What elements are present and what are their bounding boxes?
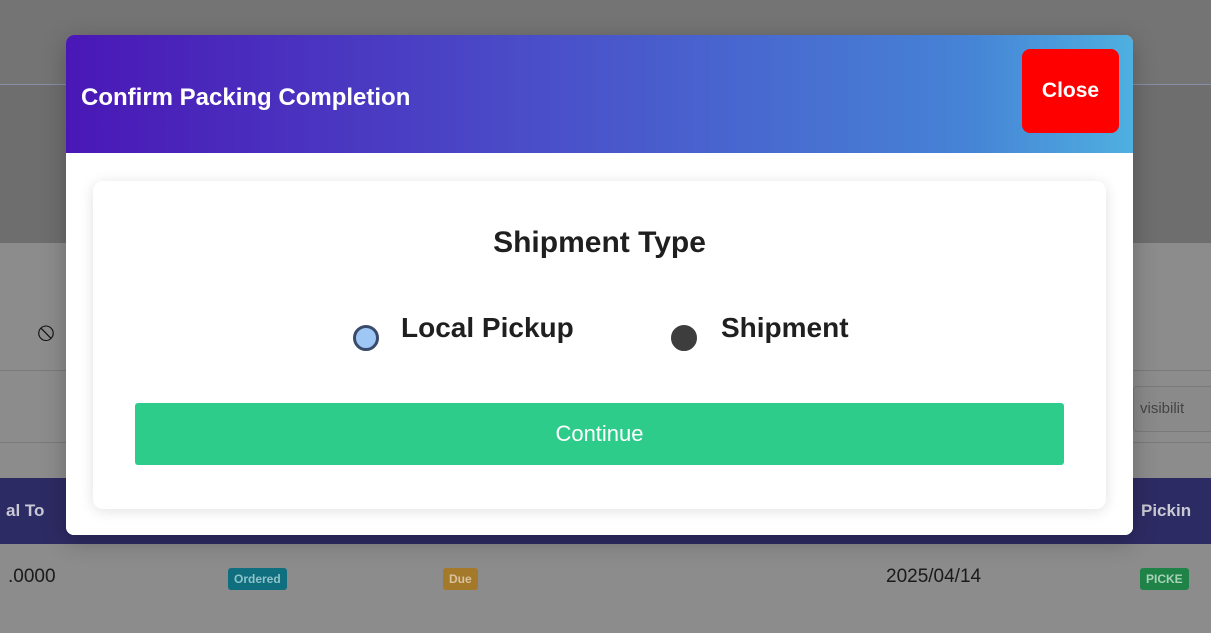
table-header-picking: Pickin (1141, 501, 1192, 520)
table-cell-date: 2025/04/14 (886, 566, 982, 587)
local-pickup-radio[interactable] (353, 325, 379, 351)
column-visibility-input[interactable]: visibilit (1133, 386, 1211, 432)
page: ⦸ visibilit al To Pickin .0000 Ordered D… (0, 0, 1211, 633)
table-cell-total: .0000 (8, 566, 56, 587)
ban-icon[interactable]: ⦸ (33, 318, 59, 344)
local-pickup-label[interactable]: Local Pickup (401, 311, 574, 345)
modal-body: Shipment Type Local Pickup Shipment Cont… (66, 153, 1133, 535)
modal-header: Confirm Packing Completion Close (66, 35, 1133, 153)
table-header-total: al To (6, 501, 45, 520)
shipment-type-title: Shipment Type (493, 226, 706, 259)
continue-button[interactable]: Continue (135, 403, 1064, 465)
payment-badge: Due (443, 568, 478, 590)
shipment-label[interactable]: Shipment (721, 311, 849, 345)
picking-badge: PICKE (1140, 568, 1189, 590)
shipment-type-radio-group: Local Pickup Shipment (353, 309, 853, 359)
shipment-type-card: Shipment Type Local Pickup Shipment Cont… (93, 181, 1106, 509)
confirm-packing-modal: Confirm Packing Completion Close Shipmen… (66, 35, 1133, 535)
close-button[interactable]: Close (1022, 49, 1119, 133)
modal-title: Confirm Packing Completion (81, 84, 411, 111)
status-badge: Ordered (228, 568, 287, 590)
shipment-radio[interactable] (671, 325, 697, 351)
